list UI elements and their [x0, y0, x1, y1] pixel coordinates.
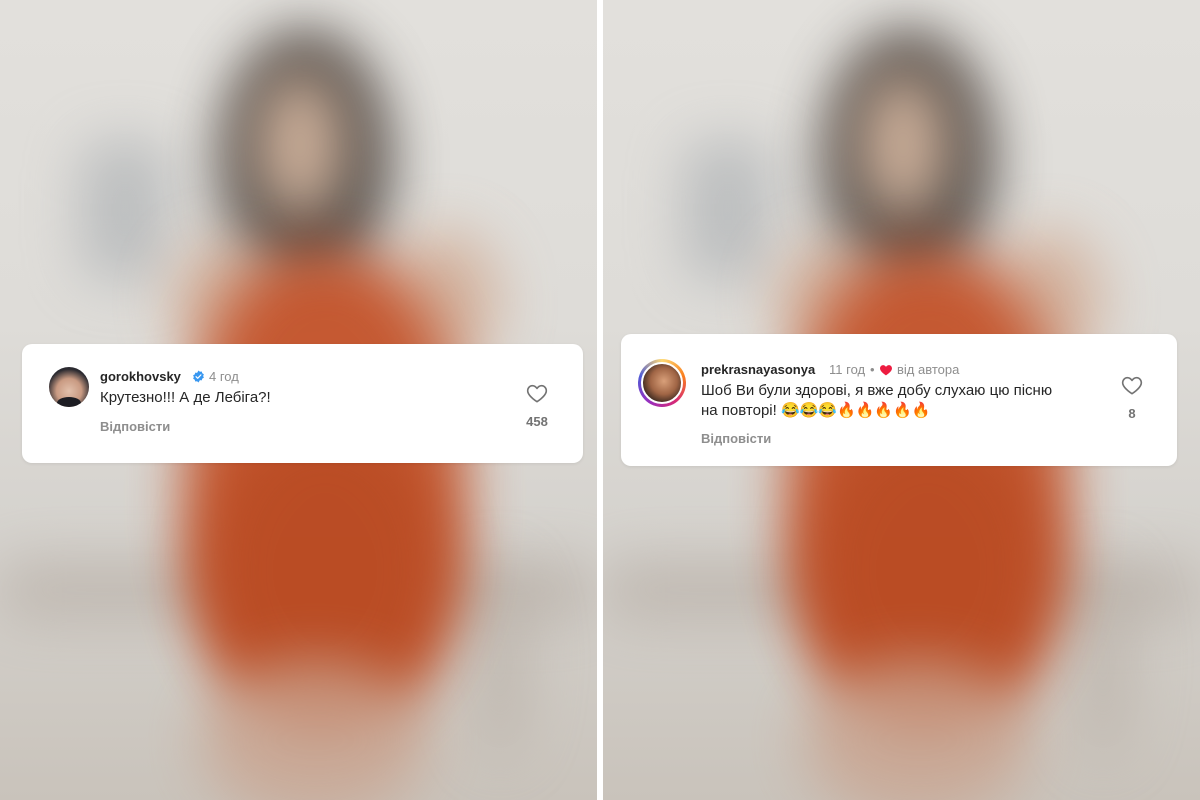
comment-card: gorokhovsky 4 год Крутезно!!! А де Лебіг…	[22, 344, 583, 463]
reply-button[interactable]: Відповісти	[701, 431, 771, 446]
blurred-pillar	[470, 560, 530, 760]
author-liked-label: від автора	[897, 362, 960, 377]
reply-button[interactable]: Відповісти	[100, 419, 170, 434]
blurred-pillar	[1073, 560, 1133, 760]
like-count: 458	[526, 414, 548, 429]
avatar[interactable]	[641, 362, 683, 404]
red-heart-icon	[880, 365, 892, 376]
avatar[interactable]	[49, 367, 89, 407]
right-screenshot-panel: prekrasnayasonya 11 год • від автора Шоб…	[603, 0, 1200, 800]
comment-text: Шоб Ви були здорові, я вже добу слухаю ц…	[701, 382, 1053, 399]
comment-text: Крутезно!!! А де Лебіга?!	[100, 389, 271, 406]
comment-username[interactable]: prekrasnayasonya	[701, 362, 815, 377]
blurred-face	[858, 70, 948, 220]
left-screenshot-panel: gorokhovsky 4 год Крутезно!!! А де Лебіг…	[0, 0, 597, 800]
comment-text-line2: на повторі! 😂😂😂🔥🔥🔥🔥🔥	[701, 402, 931, 419]
like-count: 8	[1128, 406, 1136, 421]
blurred-building	[683, 140, 773, 280]
blurred-building	[80, 140, 170, 280]
comment-time: 4 год	[209, 369, 239, 384]
comment-card: prekrasnayasonya 11 год • від автора Шоб…	[621, 334, 1177, 466]
meta-separator: •	[870, 362, 875, 377]
blurred-face	[255, 70, 345, 220]
comment-username[interactable]: gorokhovsky	[100, 369, 181, 384]
comment-time: 11 год	[829, 362, 866, 377]
verified-badge-icon	[193, 370, 204, 383]
heart-outline-icon[interactable]	[1121, 375, 1143, 395]
heart-outline-icon[interactable]	[526, 383, 548, 403]
